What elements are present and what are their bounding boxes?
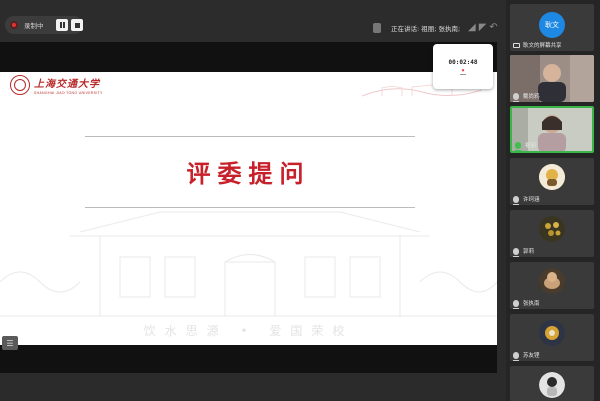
avatar (539, 268, 565, 294)
microphone-icon (513, 92, 519, 102)
participant-name: 戴尚鸦 (523, 94, 540, 100)
avatar (539, 372, 565, 398)
recording-indicator: 录制中 (5, 16, 83, 34)
participant-name: 祖丽 (525, 143, 537, 149)
timer-divider (460, 74, 466, 75)
avatar (539, 320, 565, 346)
collapse-icon[interactable]: ◤ (479, 22, 487, 33)
avatar (539, 164, 565, 190)
avatar: 耿文 (539, 12, 565, 38)
stop-recording-button[interactable] (71, 19, 83, 31)
meeting-toolbar: 录制中 正在讲话: 祖丽; 张执南; ◢ ◤ ↶ (0, 0, 506, 42)
participant-tile[interactable]: 许珂涵 (510, 158, 594, 205)
university-motto: 饮水思源 • 爱国荣校 (0, 322, 497, 339)
participant-tile[interactable]: 耿文 耿文的屏幕共享 (510, 4, 594, 51)
speaker-icon (373, 23, 381, 33)
microphone-icon (513, 195, 519, 205)
slide-title: 评委提问 (186, 159, 311, 188)
microphone-icon (513, 299, 519, 309)
meeting-timer-value: 00:02:48 (448, 59, 478, 66)
pause-recording-button[interactable] (56, 19, 68, 31)
participant-name: 郭莉 (523, 249, 535, 255)
active-speaker-text: 正在讲话: 祖丽; 张执南; (391, 25, 461, 33)
motto-right: 爱国荣校 (269, 324, 354, 338)
timer-recording-icon: ● (461, 68, 465, 72)
university-seal-icon (10, 75, 30, 95)
participant-name: 张执南 (523, 301, 540, 307)
sidebar-toggle-button[interactable]: ☰ (2, 336, 18, 350)
participant-name: 苏友铿 (523, 353, 540, 359)
screen-share-icon (513, 42, 520, 48)
microphone-active-icon (515, 141, 521, 151)
participant-name: 许珂涵 (523, 197, 540, 203)
participant-tile[interactable]: 张执南 (510, 262, 594, 309)
motto-separator: • (240, 324, 257, 338)
stop-icon (74, 22, 80, 28)
logo-english-name: SHANGHAI JIAO TONG UNIVERSITY (34, 91, 103, 95)
avatar (539, 216, 565, 242)
layout-icon[interactable]: ◢ (468, 22, 476, 33)
menu-icon: ☰ (6, 338, 14, 348)
participant-tile-speaking[interactable]: 祖丽 (510, 106, 594, 153)
return-icon[interactable]: ↶ (489, 22, 497, 33)
pause-icon (59, 22, 65, 28)
participant-name: 耿文的屏幕共享 (523, 43, 562, 49)
microphone-icon (513, 351, 519, 361)
microphone-icon (513, 247, 519, 257)
recording-label: 录制中 (24, 22, 44, 30)
active-speaker-indicator: 正在讲话: 祖丽; 张执南; (373, 23, 460, 33)
motto-left: 饮水思源 (143, 324, 228, 338)
view-controls: ◢ ◤ ↶ (468, 22, 498, 33)
university-logo: 上海交通大学 SHANGHAI JIAO TONG UNIVERSITY (10, 75, 103, 95)
participant-list[interactable]: 耿文 耿文的屏幕共享 戴尚鸦 祖丽 许珂涵 郭莉 张执南 苏友铿 (506, 0, 600, 401)
participant-tile[interactable]: 苏友铿 (510, 314, 594, 361)
campus-building-watermark-icon (0, 211, 497, 317)
meeting-timer-popup[interactable]: 00:02:48 ● (433, 44, 493, 89)
participant-tile[interactable]: 郭莉 (510, 210, 594, 257)
participant-tile[interactable]: 戴尚鸦 (510, 55, 594, 102)
logo-chinese-name: 上海交通大学 (34, 79, 100, 90)
title-divider-top (85, 136, 415, 137)
participant-tile[interactable] (510, 366, 594, 401)
presentation-slide: 上海交通大学 SHANGHAI JIAO TONG UNIVERSITY 评委提… (0, 72, 497, 345)
record-icon (10, 21, 18, 29)
